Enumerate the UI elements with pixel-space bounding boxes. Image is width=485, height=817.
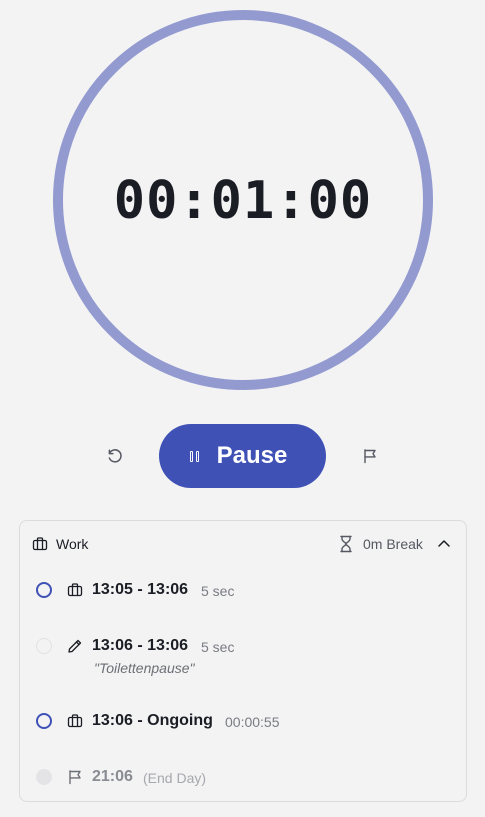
break-summary: 0m Break: [363, 536, 423, 552]
end-day-button[interactable]: [354, 440, 386, 472]
timeline-entry[interactable]: 13:06 - 13:06 5 sec "Toilettenpause": [20, 629, 466, 683]
entry-label: (End Day): [143, 770, 207, 786]
card-title: Work: [56, 536, 89, 552]
pause-icon: [189, 450, 199, 462]
flag-icon: [67, 769, 83, 785]
entry-status-circle: [36, 582, 52, 598]
timer-controls: Pause: [0, 424, 485, 488]
pencil-icon: [67, 638, 83, 654]
entry-status-circle: [36, 638, 52, 654]
entry-time: 13:05 - 13:06: [92, 581, 189, 598]
hourglass-icon: [338, 535, 354, 553]
entry-status-circle: [36, 713, 52, 729]
pause-button-label: Pause: [216, 442, 288, 469]
briefcase-icon: [67, 713, 83, 729]
entry-time: 21:06: [92, 768, 133, 785]
entry-time: 13:06 - 13:06: [92, 637, 189, 654]
entry-status-circle: [36, 769, 52, 785]
session-card: Work 0m Break 13:05 - 13:06 5 sec 13:06 …: [19, 520, 467, 802]
briefcase-icon: [67, 582, 83, 598]
timer-ring: 00:01:00: [53, 10, 433, 390]
entry-duration: 5 sec: [201, 583, 235, 599]
flag-icon: [362, 448, 378, 464]
entry-time: 13:06 - Ongoing: [92, 712, 213, 729]
entry-note: "Toilettenpause": [94, 660, 195, 676]
timeline-entry[interactable]: 13:06 - Ongoing 00:00:55: [20, 705, 466, 739]
timer-display: 00:01:00: [113, 171, 373, 231]
briefcase-icon: [32, 536, 48, 552]
timeline-entry[interactable]: 13:05 - 13:06 5 sec: [20, 573, 466, 607]
refresh-icon: [107, 448, 123, 464]
card-header: Work 0m Break: [20, 521, 466, 567]
timeline-entry[interactable]: 21:06 (End Day): [20, 761, 466, 795]
pause-button[interactable]: Pause: [159, 424, 326, 488]
chevron-up-icon[interactable]: [436, 536, 452, 552]
entry-duration: 5 sec: [201, 639, 235, 655]
reset-button[interactable]: [99, 440, 131, 472]
entry-elapsed: 00:00:55: [225, 714, 280, 730]
